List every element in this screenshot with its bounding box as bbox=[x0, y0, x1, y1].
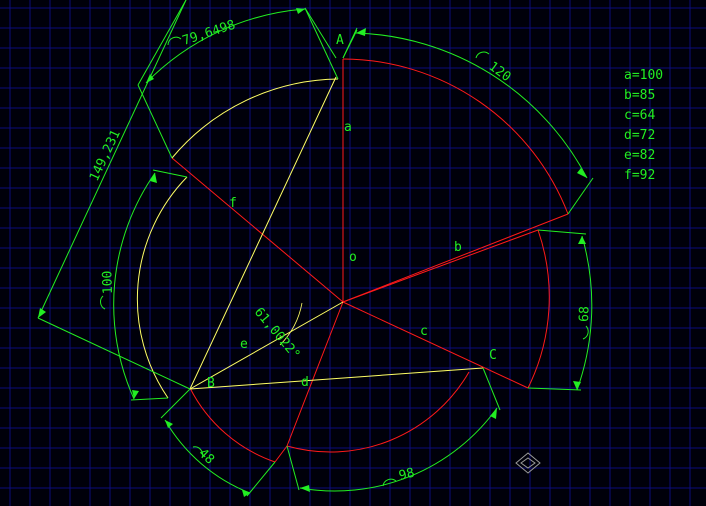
segment-b-label: b bbox=[454, 240, 462, 255]
dim-arc-b-text: 68 bbox=[577, 306, 593, 322]
point-B-label: B bbox=[207, 376, 215, 391]
dim-arc-e-text: 100 bbox=[100, 270, 116, 294]
legend-line-2: b=85 bbox=[624, 88, 655, 103]
legend-line-6: f=92 bbox=[624, 168, 655, 183]
cad-drawing-canvas[interactable]: A B C o a b c d e f 120 68 98 48 100 79,… bbox=[0, 0, 706, 506]
legend-line-1: a=100 bbox=[624, 68, 663, 83]
segment-e-label: e bbox=[240, 337, 248, 352]
segment-f-label: f bbox=[229, 196, 237, 211]
segment-c-label: c bbox=[420, 324, 428, 339]
segment-d-label: d bbox=[301, 375, 309, 390]
legend-line-3: c=64 bbox=[624, 108, 655, 123]
legend-line-4: d=72 bbox=[624, 128, 655, 143]
point-O-label: o bbox=[349, 250, 357, 265]
point-C-label: C bbox=[489, 348, 497, 363]
point-A-label: A bbox=[336, 33, 344, 48]
legend-line-5: e=82 bbox=[624, 148, 655, 163]
segment-a-label: a bbox=[344, 120, 352, 135]
